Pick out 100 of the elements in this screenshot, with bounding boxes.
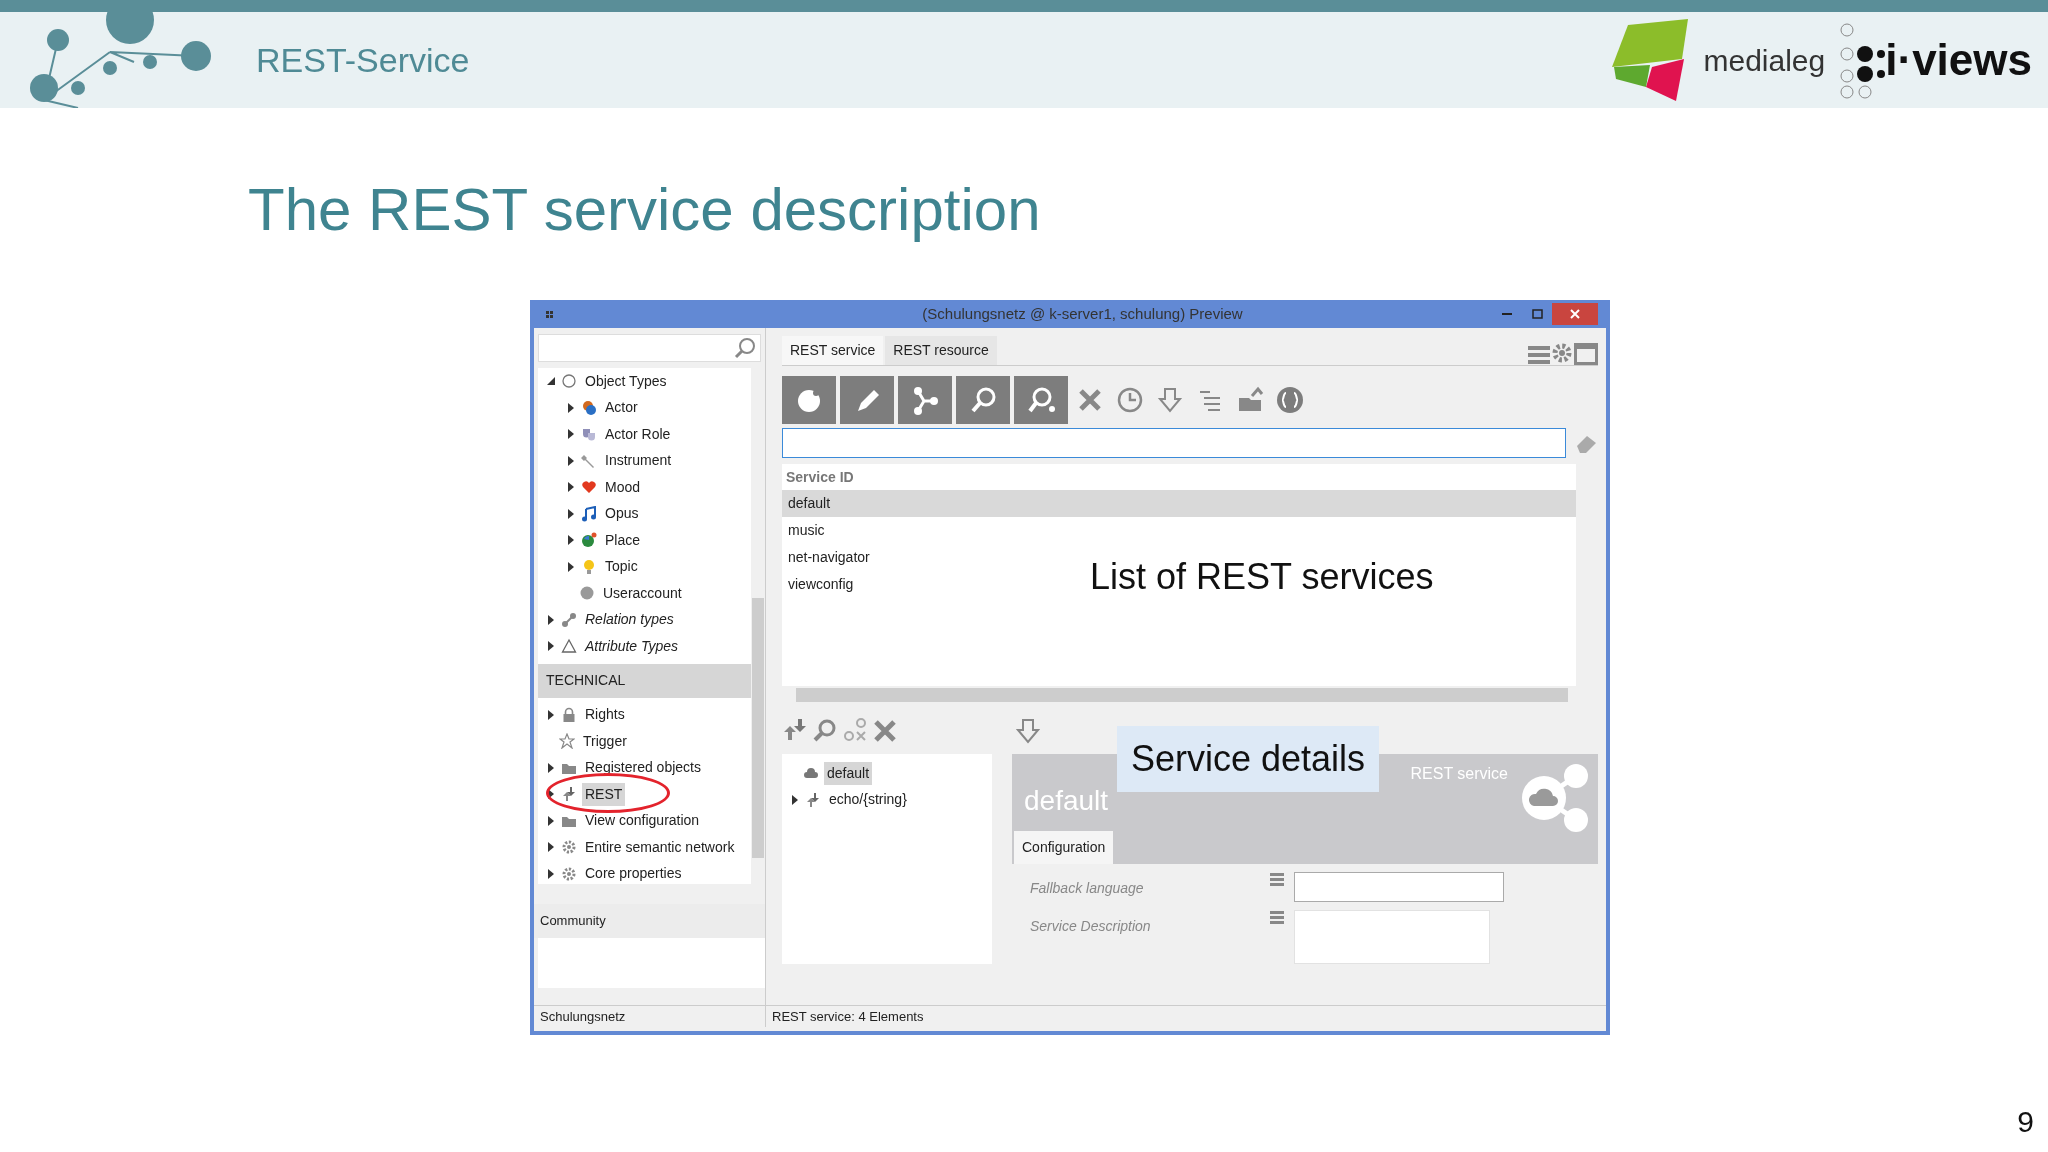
dot-icon xyxy=(579,585,595,602)
gear-icon xyxy=(561,839,577,856)
tree-item[interactable]: Topic xyxy=(602,555,641,579)
header-title: REST-Service xyxy=(256,39,470,81)
down-arrow-icon xyxy=(1156,386,1184,414)
scrollbar[interactable] xyxy=(796,688,1568,702)
product-name: i·views xyxy=(1885,34,2032,86)
circles-cross-icon xyxy=(842,718,868,744)
folder-up-icon xyxy=(1236,386,1264,414)
link-icon xyxy=(561,611,577,628)
menu-icon[interactable] xyxy=(1528,345,1550,365)
status-text: Schulungsnetz xyxy=(534,1006,766,1027)
star-icon xyxy=(559,733,575,750)
maximize-icon xyxy=(1531,309,1543,319)
delete-icon xyxy=(872,718,898,744)
lock-icon xyxy=(561,706,577,723)
arrows-icon xyxy=(805,791,821,808)
expand-triangle-icon[interactable] xyxy=(546,641,556,652)
expand-triangle-icon[interactable] xyxy=(566,535,576,546)
page-number: 9 xyxy=(2017,1104,2034,1140)
expand-triangle-icon[interactable] xyxy=(566,402,576,413)
callout-label: Service details xyxy=(1117,726,1380,792)
tab[interactable]: REST service xyxy=(782,336,884,365)
expand-triangle-icon[interactable] xyxy=(566,561,576,572)
toolbar-button[interactable] xyxy=(782,376,836,424)
expand-triangle-icon[interactable] xyxy=(546,762,556,773)
expand-triangle-icon[interactable] xyxy=(546,868,556,879)
tree-item[interactable]: Rights xyxy=(582,703,628,727)
toolbar-button[interactable] xyxy=(956,376,1010,424)
expand-triangle-icon[interactable] xyxy=(546,842,556,853)
braces-icon xyxy=(1276,386,1304,414)
close-button[interactable] xyxy=(1552,303,1598,325)
expand-triangle-icon[interactable] xyxy=(566,482,576,493)
expand-triangle-icon[interactable] xyxy=(566,429,576,440)
expand-triangle-icon[interactable] xyxy=(546,614,556,625)
wrench-icon xyxy=(581,452,597,469)
search-icon xyxy=(734,337,756,359)
tree-item[interactable]: View configuration xyxy=(582,809,703,833)
field-label: Fallback language xyxy=(1030,879,1145,898)
expand-triangle-icon[interactable] xyxy=(566,508,576,519)
heart-icon xyxy=(581,479,597,496)
menu-icon[interactable] xyxy=(1270,910,1284,924)
expand-triangle-icon[interactable] xyxy=(546,709,556,720)
circles-logo-icon xyxy=(1839,20,1886,100)
filter-field[interactable] xyxy=(782,428,1566,458)
minimize-icon xyxy=(1502,313,1512,315)
tree-item[interactable]: Core properties xyxy=(582,862,685,886)
toolbar-button[interactable] xyxy=(1014,376,1068,424)
callout-text: List of REST services xyxy=(1090,555,1434,599)
tree-item[interactable]: Place xyxy=(602,528,644,552)
globe-icon xyxy=(581,532,597,549)
status-text: REST service: 4 Elements xyxy=(771,1007,924,1026)
person-icon xyxy=(581,399,597,416)
tab[interactable]: REST resource xyxy=(885,336,997,365)
tree-item[interactable]: Mood xyxy=(602,475,644,499)
search-star-icon xyxy=(1026,385,1056,415)
cloud-share-icon xyxy=(1520,762,1590,834)
tree-item[interactable]: default xyxy=(824,761,873,785)
triangle-icon xyxy=(561,638,577,655)
column-header: Service ID xyxy=(785,467,855,487)
tree-item[interactable]: REST xyxy=(582,782,626,806)
menu-icon[interactable] xyxy=(1270,872,1284,886)
collapse-triangle-icon[interactable] xyxy=(546,376,556,387)
tree-item[interactable]: echo/{string} xyxy=(826,788,910,812)
tree-item[interactable]: Opus xyxy=(602,502,642,526)
tree-item[interactable]: Useraccount xyxy=(600,581,685,605)
section-heading: TECHNICAL xyxy=(538,663,751,698)
window-icon[interactable] xyxy=(1574,343,1598,365)
down-arrow-icon xyxy=(1016,718,1040,744)
toolbar-button[interactable] xyxy=(898,376,952,424)
light-bulb-icon xyxy=(581,558,597,575)
list-row[interactable]: default xyxy=(782,490,1576,517)
tab[interactable]: Configuration xyxy=(1014,831,1114,864)
search-field[interactable] xyxy=(538,334,761,362)
tree-item[interactable]: Actor xyxy=(602,396,641,420)
expand-triangle-icon[interactable] xyxy=(566,455,576,466)
settings-icon[interactable] xyxy=(1550,341,1574,365)
slide-title: The REST service description xyxy=(248,180,1042,240)
tree-item[interactable]: Entire semantic network xyxy=(582,835,738,859)
list-row[interactable]: music xyxy=(782,517,1576,544)
app-menu-icon xyxy=(546,310,553,318)
tree-item[interactable]: Object Types xyxy=(582,369,670,393)
masks-icon xyxy=(581,426,597,443)
tree-item[interactable]: Instrument xyxy=(602,449,675,473)
tree-item[interactable]: Attribute Types xyxy=(582,634,682,658)
tree-item[interactable]: Registered objects xyxy=(582,756,704,780)
toolbar-button[interactable] xyxy=(812,718,838,744)
toolbar-button[interactable] xyxy=(840,376,894,424)
expand-triangle-icon[interactable] xyxy=(790,794,800,805)
toolbar-button[interactable] xyxy=(872,718,898,744)
panel-heading: Community xyxy=(534,904,765,938)
tree-item[interactable]: Actor Role xyxy=(602,422,674,446)
expand-triangle-icon[interactable] xyxy=(546,815,556,826)
music-note-icon xyxy=(581,505,597,522)
window-title: (Schulungsnetz @ k-server1, schulung) Preview xyxy=(921,303,1244,324)
tree-item[interactable]: Trigger xyxy=(580,729,630,753)
field-label: Service Description xyxy=(1030,917,1152,936)
input-field[interactable] xyxy=(1294,872,1504,902)
circle-icon xyxy=(561,373,577,390)
tree-item[interactable]: Relation types xyxy=(582,608,677,632)
